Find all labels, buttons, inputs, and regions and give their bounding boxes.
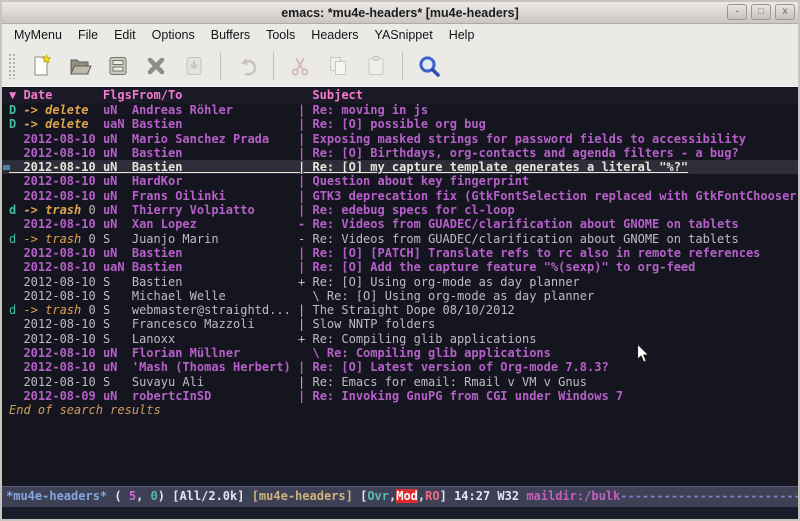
save-icon [106, 54, 130, 78]
modeline-segment: ) [158, 489, 172, 503]
menu-edit[interactable]: Edit [106, 26, 144, 44]
modeline-segment: W32 [497, 489, 526, 503]
search-button[interactable] [413, 50, 445, 82]
menu-file[interactable]: File [70, 26, 106, 44]
message-row[interactable]: 2012-08-10 S Lanoxx + Re: Compiling glib… [9, 332, 798, 346]
new-file-icon [30, 54, 54, 78]
cut-icon [288, 54, 312, 78]
modeline-segment: RO [425, 489, 439, 503]
menu-tools[interactable]: Tools [258, 26, 303, 44]
message-row[interactable]: 2012-08-09 uN robertcInSD | Re: Invoking… [9, 389, 798, 403]
window-title: emacs: *mu4e-headers* [mu4e-headers] [2, 6, 798, 20]
modeline-segment: Ovr [367, 489, 389, 503]
modeline-segment: ] [440, 489, 454, 503]
toolbar-separator [220, 52, 221, 80]
open-folder-button[interactable] [64, 50, 96, 82]
modeline-segment: [All/2.0k] [172, 489, 251, 503]
undo-button [231, 50, 263, 82]
mode-line[interactable]: *mu4e-headers* ( 5, 0) [All/2.0k] [mu4e-… [2, 486, 798, 507]
menu-options[interactable]: Options [144, 26, 203, 44]
menu-headers[interactable]: Headers [303, 26, 366, 44]
copy-button [322, 50, 354, 82]
toolbar [2, 45, 798, 87]
message-row[interactable]: 2012-08-10 uN HardKor | Question about k… [9, 174, 798, 188]
message-row[interactable]: D -> delete uN Andreas Röhler | Re: movi… [9, 103, 798, 117]
message-row[interactable]: 2012-08-10 S Francesco Mazzoli | Slow NN… [9, 317, 798, 331]
maximize-button[interactable]: □ [751, 4, 771, 20]
message-list: D -> delete uN Andreas Röhler | Re: movi… [9, 103, 798, 403]
message-row[interactable]: 2012-08-10 uN Florian Müllner \ Re: Comp… [9, 346, 798, 360]
message-row[interactable]: 2012-08-10 uN Bastien | Re: [O] Birthday… [9, 146, 798, 160]
message-row[interactable]: d -> trash 0 S webmaster@straightd... | … [9, 303, 798, 317]
message-row[interactable]: 2012-08-10 uN Mario Sanchez Prada | Expo… [9, 132, 798, 146]
menu-buffers[interactable]: Buffers [203, 26, 258, 44]
toolbar-separator [402, 52, 403, 80]
message-row[interactable]: 2012-08-10 uaN Bastien | Re: [O] Add the… [9, 260, 798, 274]
message-row[interactable]: d -> trash 0 uN Thierry Volpiatto | Re: … [9, 203, 798, 217]
echo-area [2, 507, 798, 520]
close-icon [144, 54, 168, 78]
modeline-segment: , [136, 489, 150, 503]
emacs-window: emacs: *mu4e-headers* [mu4e-headers] -□x… [0, 0, 800, 521]
close-button[interactable]: x [775, 4, 795, 20]
message-row[interactable]: 2012-08-10 uN Xan Lopez - Re: Videos fro… [9, 217, 798, 231]
minimize-button[interactable]: - [727, 4, 747, 20]
paste-button [360, 50, 392, 82]
menu-mymenu[interactable]: MyMenu [6, 26, 70, 44]
new-file-button[interactable] [26, 50, 58, 82]
end-of-search-note: End of search results [9, 403, 798, 417]
modeline-segment: 5 [129, 489, 136, 503]
message-row[interactable]: 2012-08-10 S Suvayu Ali | Re: Emacs for … [9, 375, 798, 389]
modeline-segment: Mod [396, 489, 418, 503]
cut-button [284, 50, 316, 82]
modeline-segment: ( [107, 489, 129, 503]
window-controls: -□x [727, 4, 795, 20]
open-folder-icon [68, 54, 92, 78]
paste-icon [364, 54, 388, 78]
modeline-segment: maildir:/bulk [526, 489, 620, 503]
message-row[interactable]: 2012-08-10 S Michael Welle \ Re: [O] Usi… [9, 289, 798, 303]
save-button[interactable] [102, 50, 134, 82]
menu-help[interactable]: Help [441, 26, 483, 44]
toolbar-drag-handle[interactable] [8, 53, 17, 79]
copy-icon [326, 54, 350, 78]
modeline-segment: 14:27 [454, 489, 497, 503]
modeline-segment: 0 [151, 489, 158, 503]
message-row[interactable]: 2012-08-10 S Bastien + Re: [O] Using org… [9, 275, 798, 289]
undo-icon [235, 54, 259, 78]
close-button[interactable] [140, 50, 172, 82]
menu-bar: MyMenuFileEditOptionsBuffersToolsHeaders… [2, 24, 798, 45]
message-row[interactable]: d -> trash 0 S Juanjo Marin - Re: Videos… [9, 232, 798, 246]
menu-yasnippet[interactable]: YASnippet [367, 26, 441, 44]
modeline-segment: ----------------------------------------… [620, 489, 798, 503]
search-icon [417, 54, 441, 78]
title-bar[interactable]: emacs: *mu4e-headers* [mu4e-headers] -□x [2, 2, 798, 24]
save-as-icon [182, 54, 206, 78]
modeline-segment: [mu4e-headers] [252, 489, 360, 503]
headers-column-row[interactable]: ▼ Date FlgsFrom/To Subject [2, 88, 798, 103]
message-row[interactable]: 2012-08-10 uN Bastien | Re: [O] my captu… [2, 160, 798, 174]
message-row[interactable]: 2012-08-10 uN Bastien | Re: [O] [PATCH] … [9, 246, 798, 260]
toolbar-separator [273, 52, 274, 80]
message-row[interactable]: D -> delete uaN Bastien | Re: [O] possib… [9, 117, 798, 131]
save-as-button [178, 50, 210, 82]
mu4e-headers-buffer[interactable]: ▼ Date FlgsFrom/To Subject D -> delete u… [2, 87, 798, 486]
message-row[interactable]: 2012-08-10 uN 'Mash (Thomas Herbert) | R… [9, 360, 798, 374]
message-row[interactable]: 2012-08-10 uN Frans Oilinki | GTK3 depre… [9, 189, 798, 203]
mouse-cursor [636, 343, 651, 365]
modeline-segment: *mu4e-headers* [6, 489, 107, 503]
